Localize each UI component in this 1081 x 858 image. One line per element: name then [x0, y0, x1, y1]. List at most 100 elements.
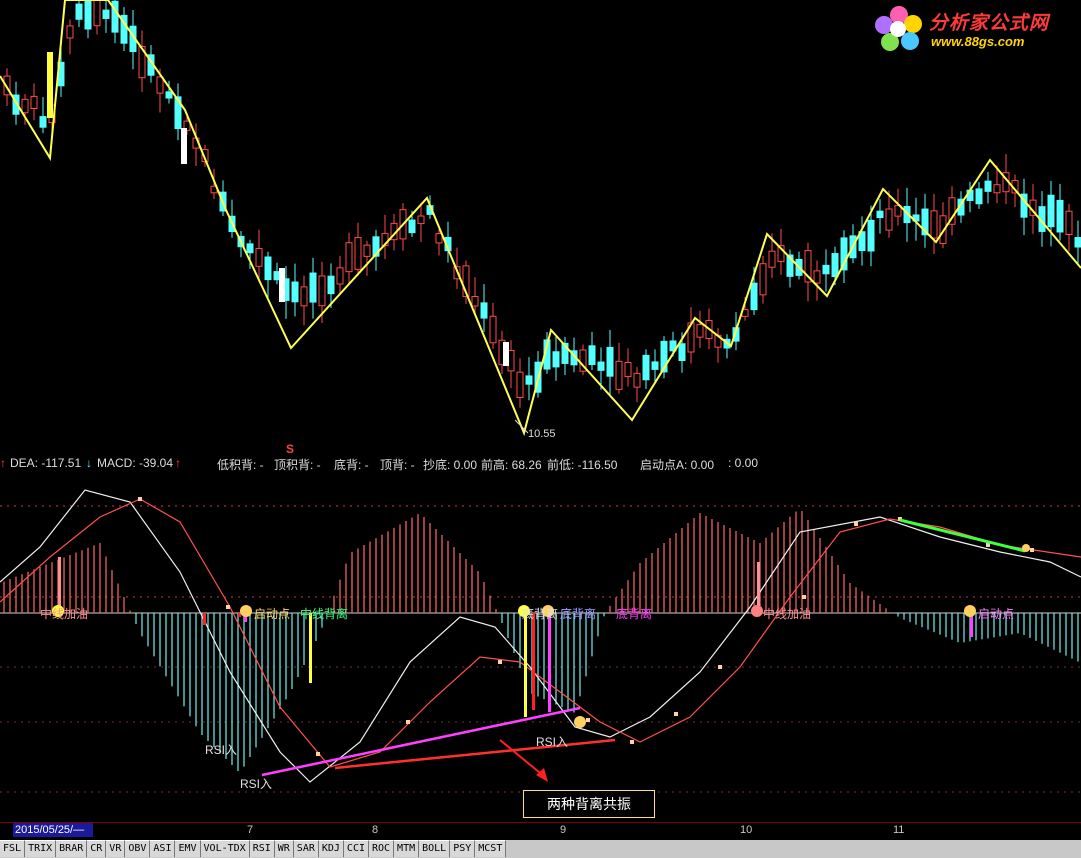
candle-body — [327, 275, 335, 295]
dea-marker — [674, 712, 678, 716]
candle-body — [876, 210, 884, 219]
candle-body — [696, 324, 704, 338]
candle-body — [408, 219, 416, 234]
signal-dot-icon — [964, 605, 976, 617]
dea-marker — [498, 660, 502, 664]
candle-body — [354, 237, 362, 270]
candle-body — [309, 272, 317, 303]
signal-bar — [309, 613, 312, 683]
candle-body — [678, 343, 686, 361]
candle-body — [822, 264, 830, 275]
tab-asi[interactable]: ASI — [150, 840, 176, 857]
tab-wr[interactable]: WR — [274, 840, 294, 857]
dea-marker — [138, 497, 142, 501]
annotation-box: 两种背离共振 — [523, 790, 655, 818]
candle-body — [1047, 194, 1055, 228]
tab-trix[interactable]: TRIX — [25, 840, 57, 857]
signal-bottom-div-1: 底背离 — [522, 607, 559, 621]
candle-body — [993, 184, 1001, 194]
candle-body — [30, 95, 38, 109]
divergence-line-green — [899, 518, 1026, 553]
signal-dot-icon — [240, 605, 252, 617]
signal-bar — [203, 613, 206, 625]
signal-bar — [532, 613, 535, 710]
dea-marker — [226, 605, 230, 609]
signal-zhongli-1: 中线背离 — [300, 607, 349, 621]
candle-body-white — [181, 128, 187, 164]
candle-body — [336, 267, 344, 285]
tab-cr[interactable]: CR — [87, 840, 107, 857]
indicator-tab-bar: FSL TRIX BRAR CR VR OBV ASI EMV VOL-TDX … — [0, 840, 1081, 858]
candle-body — [759, 263, 767, 296]
candle-body — [480, 302, 488, 319]
x-tick-label: 11 — [893, 824, 905, 836]
signal-bar — [548, 613, 551, 712]
candle-body — [489, 315, 497, 344]
stock-chart-window: 分析家公式网 www.88gs.com 10.55 ↑ DEA: -117.51… — [0, 0, 1081, 858]
tab-kdj[interactable]: KDJ — [318, 840, 344, 857]
candle-body — [264, 256, 272, 281]
candle-body — [552, 351, 560, 368]
candle-body — [318, 275, 326, 307]
tab-mcst[interactable]: MCST — [475, 840, 507, 857]
candle-body — [93, 0, 101, 27]
candle-body — [750, 282, 758, 311]
dea-marker — [630, 740, 634, 744]
candle-body — [651, 361, 659, 370]
x-tick-label: 9 — [560, 824, 567, 836]
date-range-box[interactable]: 2015/05/25/— — [13, 823, 93, 837]
tab-psy[interactable]: PSY — [450, 840, 476, 857]
candle-body — [1065, 210, 1073, 235]
tab-vr[interactable]: VR — [106, 840, 126, 857]
signal-rsi-in-2: RSI入 — [240, 777, 273, 791]
candle-body — [885, 208, 893, 231]
candle-body — [588, 345, 596, 365]
dea-marker — [802, 595, 806, 599]
candle-body — [417, 215, 425, 225]
signal-bar — [238, 613, 241, 617]
tab-rsi[interactable]: RSI — [249, 840, 275, 857]
signal-zhongjia-2: 中线加油 — [763, 607, 812, 621]
candle-body — [471, 296, 479, 307]
tab-fsl[interactable]: FSL — [0, 840, 26, 857]
tab-mtm[interactable]: MTM — [394, 840, 420, 857]
tab-vol-tdx[interactable]: VOL-TDX — [200, 840, 250, 857]
tab-roc[interactable]: ROC — [368, 840, 395, 857]
logo-brand-text: 分析家公式网 — [929, 13, 1050, 34]
x-tick-label: 8 — [372, 824, 379, 836]
candle-body — [156, 76, 164, 94]
tab-cci[interactable]: CCI — [343, 840, 369, 857]
signal-qidong-2: 启动点 — [978, 607, 1015, 621]
candle-body — [255, 248, 263, 267]
x-tick-label: 7 — [247, 824, 254, 836]
candle-body — [102, 9, 110, 19]
candle-body — [768, 250, 776, 268]
macd-indicator-panel[interactable] — [0, 452, 1081, 822]
signal-bottom-div-2: 底背离 — [560, 607, 597, 621]
dea-marker — [586, 718, 590, 722]
candle-body-white — [279, 268, 285, 302]
candle-body — [813, 270, 821, 284]
tab-sar[interactable]: SAR — [293, 840, 319, 857]
signal-bottom-div-3: 底背离 — [616, 607, 653, 621]
flower-icon — [875, 6, 923, 54]
signal-qidong-1: 启动点 — [254, 607, 291, 621]
candle-body — [525, 375, 533, 385]
tab-brar[interactable]: BRAR — [56, 840, 88, 857]
candle-body — [633, 372, 641, 388]
candle-body — [39, 116, 47, 128]
candle-body — [1074, 237, 1081, 248]
candle-body — [21, 98, 29, 114]
tab-emv[interactable]: EMV — [175, 840, 201, 857]
candle-body — [930, 210, 938, 239]
tab-obv[interactable]: OBV — [125, 840, 151, 857]
tab-boll[interactable]: BOLL — [419, 840, 451, 857]
signal-bar — [524, 613, 527, 717]
candle-body — [165, 91, 173, 99]
candle-body-white — [503, 342, 509, 366]
candle-body — [66, 25, 74, 39]
candle-body — [291, 281, 299, 303]
signal-rsi-in-1: RSI入 — [205, 743, 238, 757]
x-tick-label: 10 — [740, 824, 753, 836]
price-candlestick-panel[interactable] — [0, 0, 1081, 452]
